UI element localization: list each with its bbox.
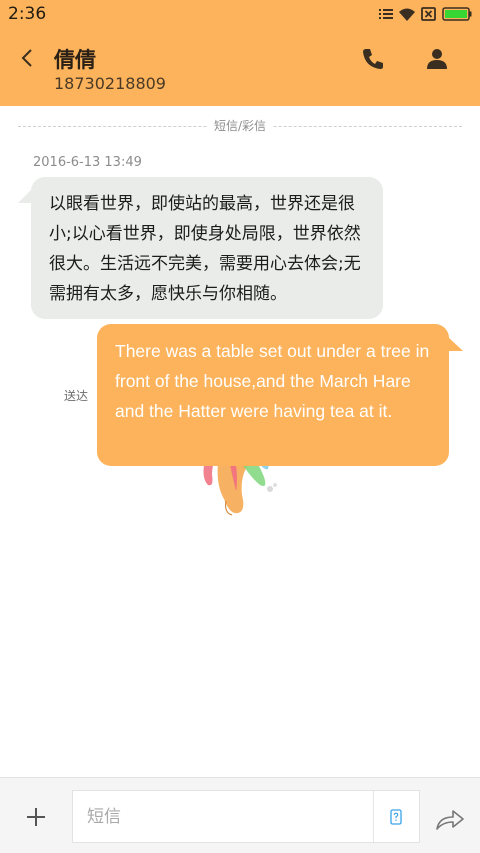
received-message-bubble[interactable]: 以眼看世界，即使站的最高，世界还是很小;以心看世界，即使身处局限，世界依然很大。… — [31, 177, 383, 319]
person-icon — [427, 49, 447, 69]
status-icons — [379, 5, 472, 23]
sms-type-button[interactable] — [388, 809, 404, 825]
divider-label: 短信/彩信 — [207, 117, 273, 134]
send-button[interactable] — [434, 805, 466, 833]
sent-bubble-tail — [447, 336, 463, 351]
delivery-status: 送达 — [64, 389, 89, 403]
received-bubble-tail — [18, 189, 32, 203]
battery-icon — [442, 7, 472, 21]
wifi-icon — [399, 8, 415, 21]
input-separator — [373, 791, 374, 842]
status-bar: 2:36 — [0, 0, 480, 28]
message-input[interactable] — [73, 791, 373, 842]
plus-icon — [27, 808, 45, 826]
message-timestamp: 2016-6-13 13:49 — [33, 155, 142, 170]
add-attachment-button[interactable] — [24, 805, 48, 829]
phone-icon — [363, 49, 383, 69]
chevron-left-icon — [21, 49, 32, 67]
back-button[interactable] — [14, 44, 42, 72]
call-button[interactable] — [360, 46, 386, 72]
sms-type-icon — [390, 809, 402, 825]
contact-name[interactable]: 倩倩 — [54, 44, 96, 74]
composer-bar — [0, 777, 480, 853]
message-input-box — [72, 790, 420, 843]
notification-list-icon — [379, 8, 393, 20]
no-sim-icon — [421, 7, 436, 21]
send-arrow-icon — [436, 810, 464, 830]
sent-message-bubble[interactable]: There was a table set out under a tree i… — [97, 324, 449, 466]
contact-phone-number: 18730218809 — [54, 74, 166, 93]
contact-info-button[interactable] — [424, 46, 450, 72]
message-type-divider: 短信/彩信 — [18, 116, 462, 136]
status-time: 2:36 — [8, 4, 47, 24]
